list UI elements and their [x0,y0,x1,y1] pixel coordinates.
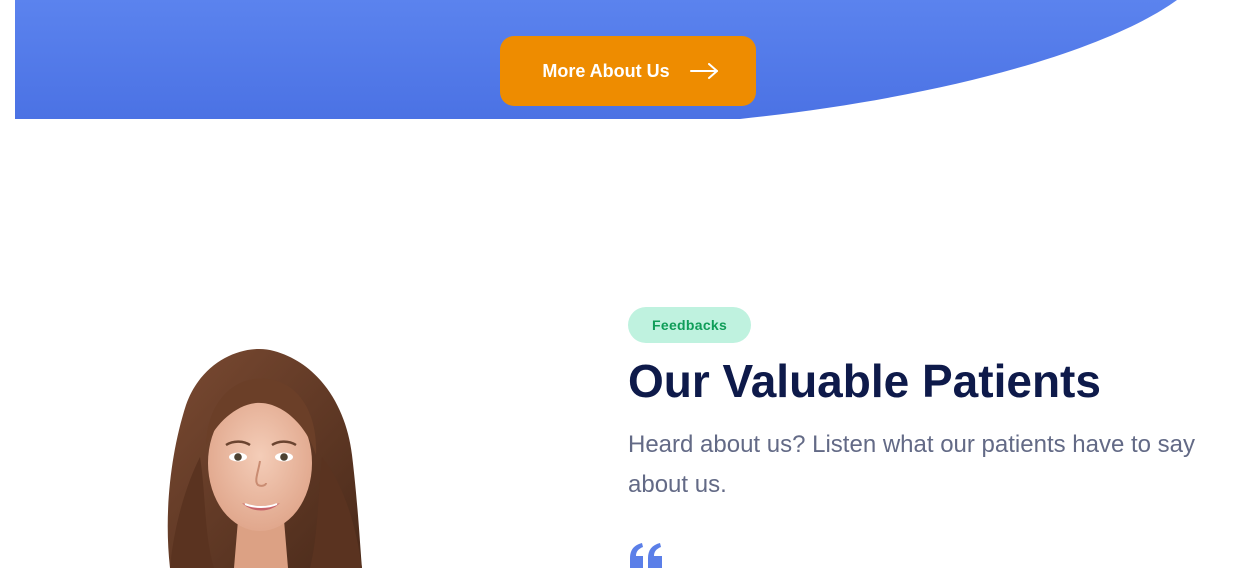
quote-icon [630,543,662,568]
feedbacks-badge: Feedbacks [628,307,752,343]
page: More About Us Feedbacks Our Valuable Pat… [0,0,1256,568]
testimonials-section: Feedbacks Our Valuable Patients Heard ab… [628,307,1228,505]
more-about-us-button[interactable]: More About Us [500,36,756,106]
more-about-us-label: More About Us [542,60,670,81]
arrow-right-icon [689,63,718,79]
section-subtitle: Heard about us? Listen what our patients… [628,431,1196,498]
section-title: Our Valuable Patients [628,355,1101,407]
patient-photo [167,349,362,568]
